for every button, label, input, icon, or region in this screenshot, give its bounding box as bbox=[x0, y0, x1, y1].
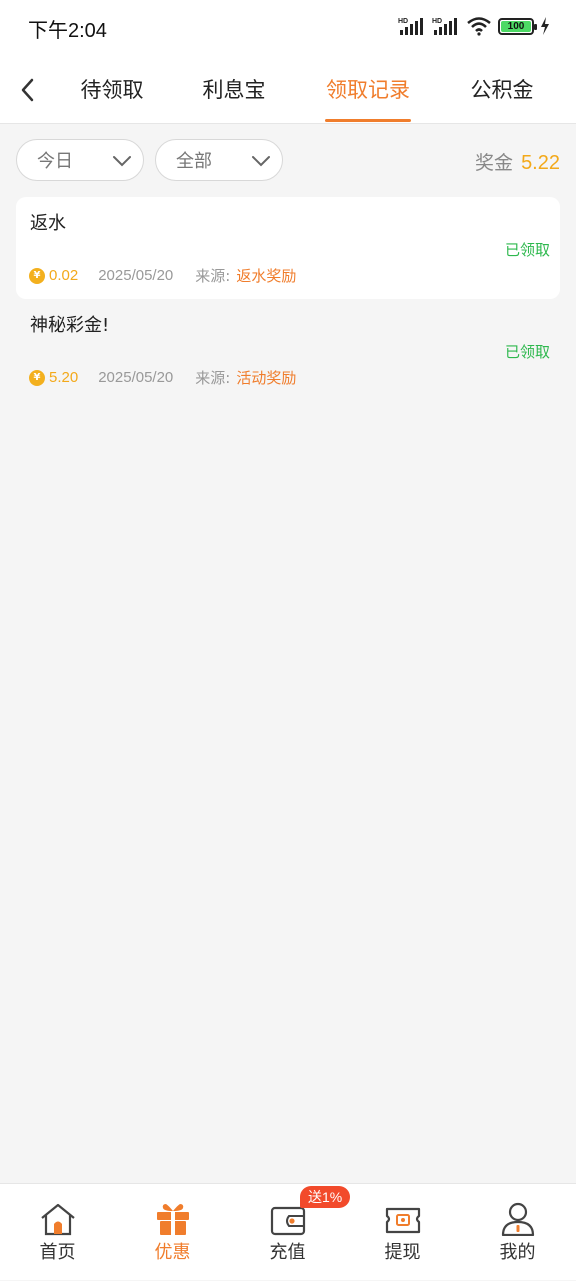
record-item: 神秘彩金! 已领取 ¥ 5.20 2025/05/20 来源: 活动奖励 bbox=[16, 299, 560, 401]
type-filter-value: 全部 bbox=[176, 151, 212, 172]
battery-icon: 100 bbox=[498, 17, 537, 35]
battery-level: 100 bbox=[501, 20, 531, 32]
date-filter-select[interactable]: 今日 bbox=[16, 139, 144, 181]
record-source: 返水奖励 bbox=[236, 267, 297, 285]
bottom-nav-promo[interactable]: 优惠 bbox=[115, 1184, 230, 1281]
wifi-icon bbox=[467, 17, 491, 36]
record-title: 返水 bbox=[30, 213, 66, 234]
coin-icon: ¥ bbox=[29, 369, 45, 386]
status-icons: HD HD 100 bbox=[398, 16, 550, 36]
bonus-value: 5.22 bbox=[521, 152, 560, 174]
back-icon[interactable] bbox=[14, 72, 44, 108]
bottom-nav-promo-label: 优惠 bbox=[154, 1242, 191, 1263]
date-filter-value: 今日 bbox=[37, 151, 73, 172]
record-item: 返水 已领取 ¥ 0.02 2025/05/20 来源: 返水奖励 bbox=[16, 197, 560, 299]
bottom-nav-profile[interactable]: 我的 bbox=[460, 1184, 575, 1281]
svg-text:HD: HD bbox=[432, 18, 442, 25]
bottom-nav-deposit-label: 充值 bbox=[269, 1242, 306, 1263]
signal-icon: HD bbox=[432, 18, 457, 35]
home-icon bbox=[41, 1203, 75, 1236]
record-meta: ¥ 5.20 2025/05/20 来源: 活动奖励 bbox=[29, 367, 296, 388]
tab-provident-fund[interactable]: 公积金 bbox=[458, 56, 546, 124]
bottom-nav-home-label: 首页 bbox=[39, 1242, 76, 1263]
gift-icon bbox=[157, 1204, 189, 1235]
coin-icon: ¥ bbox=[29, 267, 45, 284]
type-filter-select[interactable]: 全部 bbox=[155, 139, 283, 181]
signal-icon: HD bbox=[398, 18, 423, 35]
chevron-down-icon bbox=[252, 156, 270, 167]
record-source-label: 来源: bbox=[195, 267, 231, 285]
tab-pending[interactable]: 待领取 bbox=[68, 56, 156, 124]
svg-text:HD: HD bbox=[398, 18, 408, 25]
bottom-nav-profile-label: 我的 bbox=[499, 1242, 536, 1263]
record-title: 神秘彩金! bbox=[30, 315, 110, 336]
record-status: 已领取 bbox=[504, 343, 550, 361]
record-date: 2025/05/20 bbox=[98, 267, 174, 284]
chevron-down-icon bbox=[113, 156, 131, 167]
bottom-nav: 首页 优惠 充值 提现 我的 bbox=[0, 1183, 576, 1280]
tab-claim-records[interactable]: 领取记录 bbox=[318, 56, 418, 124]
record-date: 2025/05/20 bbox=[98, 369, 174, 386]
withdraw-icon bbox=[385, 1207, 421, 1234]
bottom-nav-withdraw-label: 提现 bbox=[384, 1242, 421, 1263]
active-tab-indicator bbox=[325, 119, 411, 122]
bonus-summary: 奖金 5.22 bbox=[475, 148, 560, 175]
record-amount: 0.02 bbox=[49, 267, 79, 284]
filter-row: 今日 全部 奖金 5.22 bbox=[0, 124, 576, 196]
status-time: 下午2:04 bbox=[28, 20, 107, 42]
tab-interest[interactable]: 利息宝 bbox=[190, 56, 278, 124]
profile-icon bbox=[501, 1202, 535, 1236]
deposit-promo-badge: 送1% bbox=[300, 1186, 351, 1208]
bottom-nav-home[interactable]: 首页 bbox=[0, 1184, 115, 1281]
record-amount: 5.20 bbox=[49, 369, 79, 386]
record-source-label: 来源: bbox=[195, 369, 231, 387]
record-status: 已领取 bbox=[504, 241, 550, 259]
record-meta: ¥ 0.02 2025/05/20 来源: 返水奖励 bbox=[29, 265, 296, 286]
status-bar: 下午2:04 HD HD 100 bbox=[0, 0, 576, 56]
charging-icon bbox=[541, 17, 549, 35]
bottom-nav-withdraw[interactable]: 提现 bbox=[345, 1184, 460, 1281]
record-source: 活动奖励 bbox=[236, 369, 297, 387]
top-nav: 待领取 利息宝 领取记录 公积金 bbox=[0, 56, 576, 124]
bonus-label: 奖金 bbox=[475, 152, 514, 174]
